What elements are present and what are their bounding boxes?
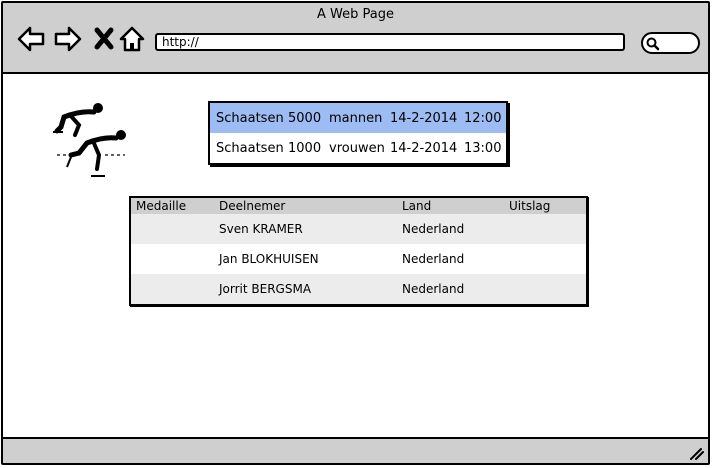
table-row[interactable]: Jan BLOKHUISEN Nederland (131, 244, 586, 274)
close-icon[interactable] (91, 25, 119, 53)
event-distance: 5000 (288, 111, 322, 126)
event-date: 14-2-2014 (390, 111, 458, 126)
cell-country: Nederland (402, 252, 465, 266)
event-sport: Schaatsen (216, 111, 284, 126)
back-icon[interactable] (17, 25, 45, 53)
table-header: Medaille Deelnemer Land Uitslag (131, 198, 586, 214)
column-header-participant[interactable]: Deelnemer (219, 199, 285, 213)
cell-participant: Sven KRAMER (219, 222, 303, 236)
column-header-medal[interactable]: Medaille (136, 199, 186, 213)
table-row[interactable]: Jorrit BERGSMA Nederland (131, 274, 586, 304)
table-row[interactable]: Sven KRAMER Nederland (131, 214, 586, 244)
event-row[interactable]: Schaatsen 5000 mannen 14-2-2014 12:00 (210, 103, 506, 133)
window-title: A Web Page (317, 7, 394, 22)
browser-toolbar: A Web Page http:// (3, 3, 708, 74)
home-icon[interactable] (118, 25, 146, 53)
column-header-country[interactable]: Land (402, 199, 431, 213)
speed-skating-icon (53, 103, 126, 177)
event-date: 14-2-2014 (390, 141, 458, 156)
event-list: Schaatsen 5000 mannen 14-2-2014 12:00 Schaats… (208, 101, 508, 165)
browser-window: A Web Page http:// Schaatsen 5000 mannen… (1, 1, 710, 465)
cell-participant: Jorrit BERGSMA (219, 282, 312, 296)
search-icon (646, 37, 660, 51)
status-bar (3, 437, 708, 463)
event-time: 12:00 (464, 111, 502, 126)
event-time: 13:00 (464, 141, 502, 156)
event-category: mannen (329, 111, 383, 126)
cell-participant: Jan BLOKHUISEN (219, 252, 319, 266)
event-row[interactable]: Schaatsen 1000 vrouwen 14-2-2014 13:00 (210, 133, 506, 163)
results-table: Medaille Deelnemer Land Uitslag Sven KRA… (129, 196, 588, 306)
event-distance: 1000 (288, 141, 322, 156)
url-input[interactable]: http:// (155, 33, 625, 51)
event-sport: Schaatsen (216, 141, 284, 156)
cell-country: Nederland (402, 222, 465, 236)
event-category: vrouwen (329, 141, 385, 156)
cell-country: Nederland (402, 282, 465, 296)
forward-icon[interactable] (54, 25, 82, 53)
resize-grip-icon[interactable] (688, 446, 704, 460)
column-header-result[interactable]: Uitslag (509, 199, 550, 213)
search-field[interactable] (641, 32, 700, 54)
